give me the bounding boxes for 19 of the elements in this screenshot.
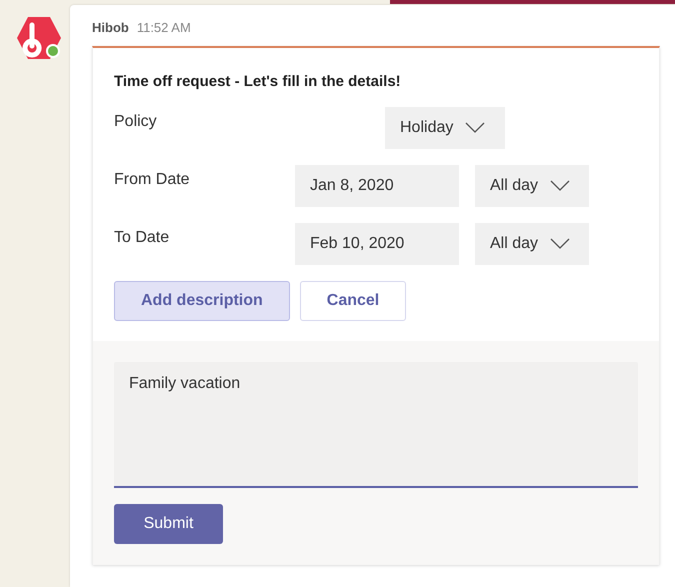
field-label: From Date bbox=[114, 170, 191, 190]
chevron-down-icon bbox=[465, 122, 486, 134]
dropdown[interactable]: All day bbox=[475, 164, 589, 206]
cancel-button[interactable]: Cancel bbox=[300, 280, 406, 320]
card-title: Time off request - Let's fill in the details! bbox=[114, 72, 402, 92]
dropdown[interactable]: All day bbox=[475, 222, 589, 264]
field-label: Policy bbox=[114, 112, 158, 132]
logo-icon bbox=[16, 16, 62, 60]
date-field[interactable]: Jan 8, 2020 bbox=[295, 164, 459, 206]
timestamp: 11:52 AM bbox=[136, 19, 191, 37]
submit-button[interactable]: Submit bbox=[114, 504, 223, 544]
chevron-down-icon bbox=[550, 180, 570, 192]
date-field[interactable]: Feb 10, 2020 bbox=[295, 222, 459, 264]
dropdown[interactable]: Holiday bbox=[385, 106, 505, 148]
sender-name: Hibob bbox=[92, 19, 129, 37]
description-field[interactable]: Family vacation bbox=[114, 362, 638, 488]
field-label: To Date bbox=[114, 228, 170, 248]
add-description-button[interactable]: Add description bbox=[114, 280, 290, 320]
chevron-down-icon bbox=[550, 238, 570, 250]
